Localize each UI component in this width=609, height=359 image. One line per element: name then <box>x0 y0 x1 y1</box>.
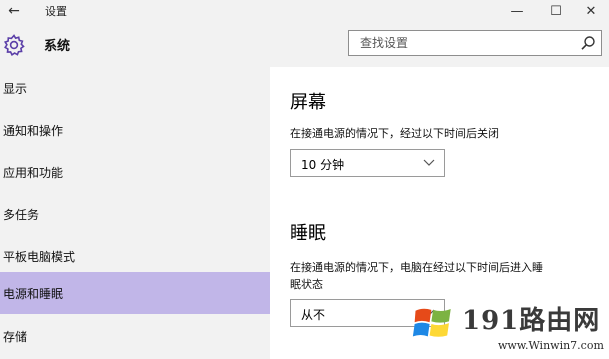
windows-logo-icon <box>412 308 451 337</box>
sleep-description: 在接通电源的情况下，电脑在经过以下时间后进入睡 眠状态 <box>290 259 605 293</box>
window-title: 设置 <box>45 5 67 18</box>
search-input[interactable] <box>349 31 571 55</box>
sidebar: 显示 通知和操作 应用和功能 多任务 平板电脑模式 电源和睡眠 存储 <box>0 67 270 359</box>
watermark-url: www.Winwin7.com <box>498 339 604 352</box>
settings-window: ← 设置 — ☐ ✕ 系统 显示 通知和操作 应用和功能 <box>0 0 609 359</box>
sidebar-item-label: 平板电脑模式 <box>3 249 76 264</box>
dropdown-value: 10 分钟 <box>301 158 345 172</box>
sidebar-item-apps[interactable]: 应用和功能 <box>0 151 270 193</box>
back-button[interactable]: ← <box>0 0 28 22</box>
title-bar: ← 设置 — ☐ ✕ <box>0 0 609 22</box>
search-icon[interactable] <box>580 35 596 51</box>
search-box[interactable] <box>348 30 602 56</box>
screen-timeout-dropdown[interactable]: 10 分钟 <box>290 149 445 177</box>
dropdown-value: 从不 <box>301 308 326 322</box>
sidebar-item-multitasking[interactable]: 多任务 <box>0 193 270 235</box>
sidebar-item-label: 显示 <box>3 81 28 96</box>
sidebar-item-notifications[interactable]: 通知和操作 <box>0 109 270 151</box>
sidebar-item-display[interactable]: 显示 <box>0 67 270 109</box>
sidebar-item-label: 电源和睡眠 <box>3 286 64 301</box>
maximize-button[interactable]: ☐ <box>538 0 574 22</box>
minimize-button[interactable]: — <box>499 0 535 22</box>
sidebar-item-tablet-mode[interactable]: 平板电脑模式 <box>0 235 270 277</box>
gear-icon <box>3 34 25 56</box>
page-header: 系统 <box>0 22 609 67</box>
close-button[interactable]: ✕ <box>573 0 609 22</box>
sleep-section-title: 睡眠 <box>290 223 326 244</box>
chevron-down-icon <box>423 159 435 166</box>
sleep-description-line2: 眠状态 <box>290 278 323 291</box>
sidebar-item-label: 多任务 <box>3 207 40 222</box>
watermark-brand: 191路由网 <box>462 306 601 336</box>
sidebar-item-label: 存储 <box>3 329 28 344</box>
screen-description: 在接通电源的情况下，经过以下时间后关闭 <box>290 127 499 140</box>
sleep-description-line1: 在接通电源的情况下，电脑在经过以下时间后进入睡 <box>290 261 543 274</box>
sidebar-item-label: 应用和功能 <box>3 165 64 180</box>
sidebar-item-label: 通知和操作 <box>3 123 64 138</box>
watermark: 191路由网 www.Winwin7.com <box>410 298 609 359</box>
sidebar-item-storage[interactable]: 存储 <box>0 315 270 357</box>
page-title: 系统 <box>44 39 71 54</box>
sidebar-item-power-sleep[interactable]: 电源和睡眠 <box>0 272 270 314</box>
screen-section-title: 屏幕 <box>290 92 326 113</box>
